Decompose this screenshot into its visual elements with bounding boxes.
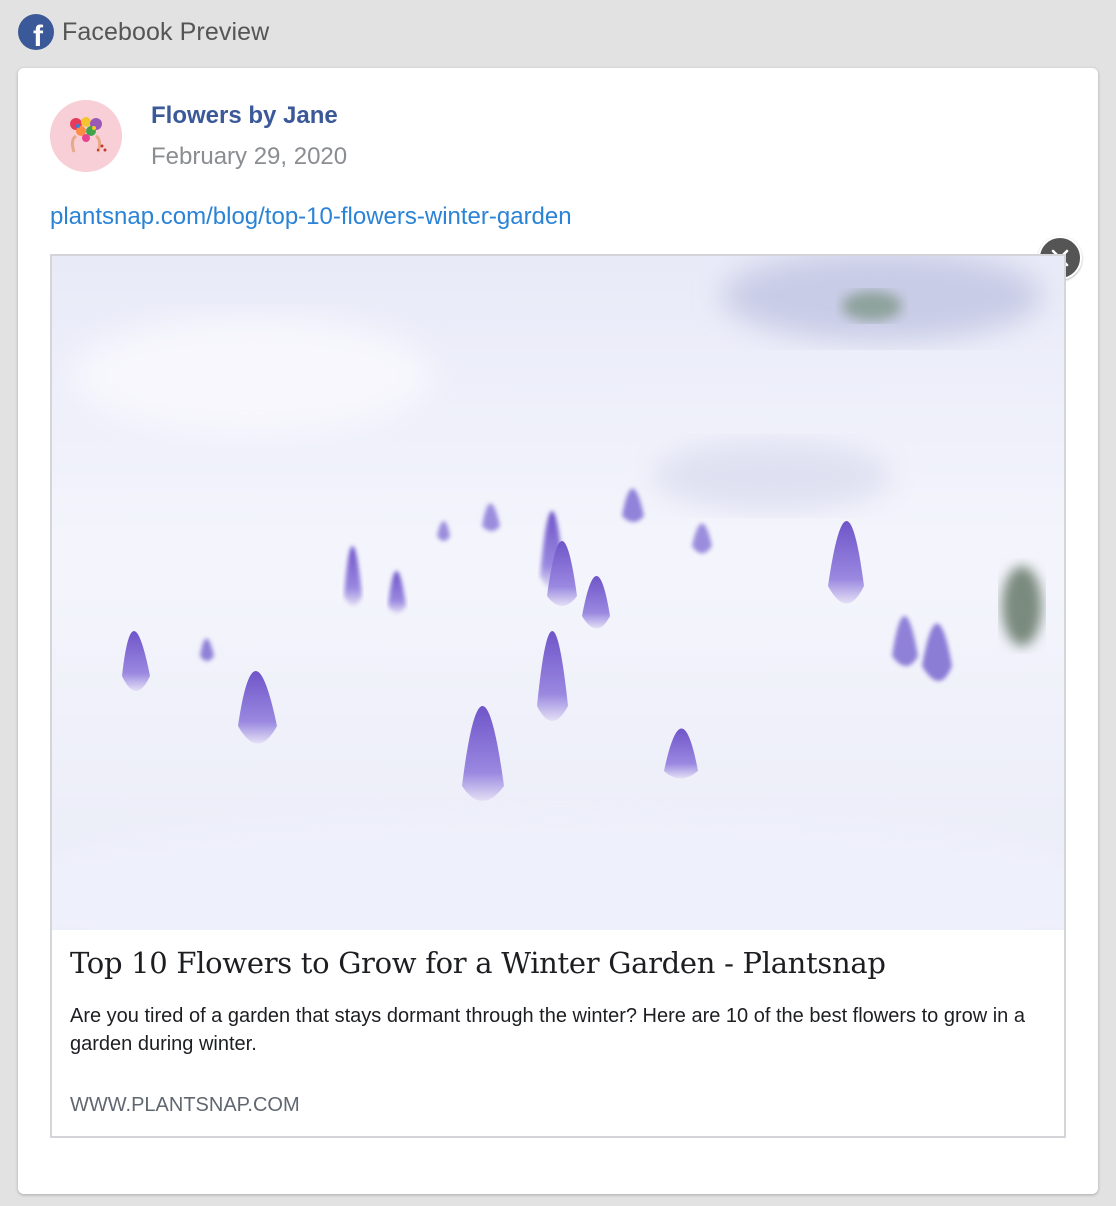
post-date: February 29, 2020 — [151, 143, 348, 170]
link-preview-box[interactable]: Top 10 Flowers to Grow for a Winter Gard… — [50, 254, 1066, 1138]
link-preview-image — [52, 256, 1064, 930]
link-preview-description: Are you tired of a garden that stays dor… — [70, 1005, 1025, 1055]
page-name-link[interactable]: Flowers by Jane — [151, 102, 338, 130]
facebook-logo-icon: f — [18, 14, 54, 50]
link-preview-domain: WWW.PLANTSNAP.COM — [70, 1094, 300, 1116]
preview-header: f Facebook Preview — [18, 14, 269, 50]
link-preview-title[interactable]: Top 10 Flowers to Grow for a Winter Gard… — [70, 946, 886, 980]
preview-title: Facebook Preview — [62, 17, 270, 46]
post-url-link[interactable]: plantsnap.com/blog/top-10-flowers-winter… — [50, 203, 572, 231]
avatar[interactable] — [50, 100, 122, 172]
crocus-snow-image — [52, 256, 1064, 930]
flower-heart-avatar-icon — [50, 100, 122, 172]
facebook-post-card: Flowers by Jane February 29, 2020 plants… — [18, 68, 1098, 1194]
